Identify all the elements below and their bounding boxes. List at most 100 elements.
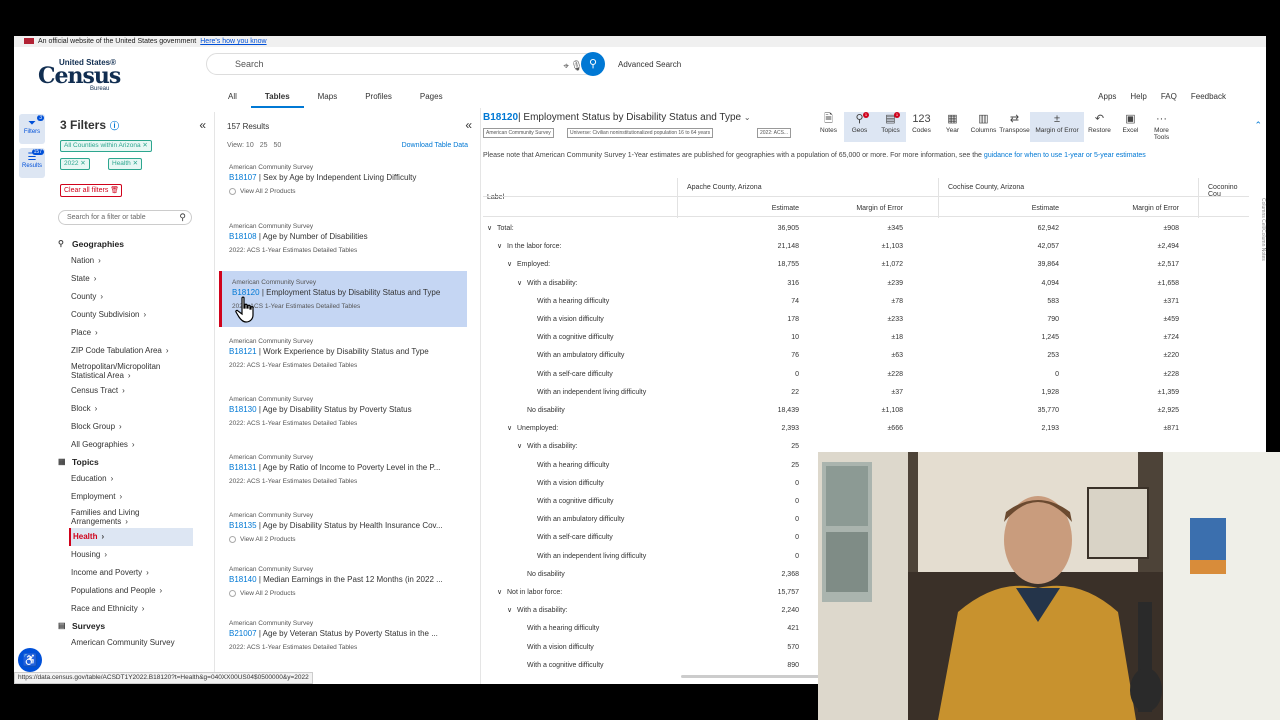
geo-item[interactable]: Metropolitan/Micropolitan Statistical Ar… bbox=[58, 360, 168, 382]
help-icon[interactable]: ⓘ bbox=[110, 121, 119, 131]
tab-profiles[interactable]: Profiles bbox=[351, 90, 406, 108]
view-50[interactable]: 50 bbox=[274, 142, 282, 149]
result-code[interactable]: B18121 bbox=[229, 347, 257, 356]
tool-geos-button[interactable]: ⚲ Geos 1 bbox=[844, 112, 875, 142]
census-logo[interactable]: United States® Census Bureau bbox=[38, 58, 121, 94]
chevron-down-icon[interactable]: ∨ bbox=[507, 602, 517, 620]
gov-banner-link[interactable]: Here's how you know bbox=[200, 38, 266, 45]
geo-item[interactable]: County › bbox=[58, 288, 210, 306]
result-item[interactable]: American Community Survey B18107 | Sex by… bbox=[219, 156, 467, 212]
search-input[interactable]: Search ⌖ 🎙 ⚲ bbox=[206, 52, 605, 77]
result-item[interactable]: American Community Survey B18131 | Age by… bbox=[219, 446, 467, 502]
chevron-down-icon[interactable]: ∨ bbox=[507, 420, 517, 438]
tool-more-tools-button[interactable]: ··· More Tools bbox=[1146, 112, 1177, 142]
result-title[interactable]: B18108 | Age by Number of Disabilities bbox=[229, 232, 457, 241]
chevron-down-icon[interactable]: ∨ bbox=[517, 438, 527, 456]
survey-item[interactable]: American Community Survey bbox=[58, 634, 210, 652]
result-code[interactable]: B18131 bbox=[229, 463, 257, 472]
geo-item[interactable]: Place › bbox=[58, 324, 210, 342]
view-10[interactable]: View: 10 bbox=[227, 142, 254, 149]
chevron-down-icon[interactable]: ∨ bbox=[517, 275, 527, 293]
tab-maps[interactable]: Maps bbox=[304, 90, 352, 108]
results-rail-button[interactable]: ☰ Results 157 bbox=[19, 148, 45, 178]
tool-margin-of-error-button[interactable]: ± Margin of Error bbox=[1030, 112, 1084, 142]
topic-item[interactable]: Income and Poverty › bbox=[58, 564, 210, 582]
topic-item[interactable]: Families and Living Arrangements › bbox=[58, 506, 158, 528]
tool-codes-button[interactable]: 123 Codes bbox=[906, 112, 937, 142]
topic-item[interactable]: Employment › bbox=[58, 488, 210, 506]
filters-rail-button[interactable]: ⏷ Filters 3 bbox=[19, 114, 45, 144]
horizontal-scrollbar[interactable] bbox=[681, 675, 821, 678]
topic-item[interactable]: Populations and People › bbox=[58, 582, 210, 600]
geo-item[interactable]: ZIP Code Tabulation Area › bbox=[58, 342, 210, 360]
topic-item[interactable]: Education › bbox=[58, 470, 210, 488]
geo-item[interactable]: Block Group › bbox=[58, 418, 210, 436]
chevron-down-icon[interactable]: ∨ bbox=[487, 220, 497, 238]
result-title[interactable]: B21007 | Age by Veteran Status by Povert… bbox=[229, 629, 457, 638]
result-item[interactable]: American Community Survey B21007 | Age by… bbox=[219, 612, 467, 668]
chevron-down-icon[interactable]: ∨ bbox=[497, 238, 507, 256]
tab-tables[interactable]: Tables bbox=[250, 90, 304, 108]
geo-item[interactable]: Block › bbox=[58, 400, 210, 418]
tool-topics-button[interactable]: ▤ Topics 1 bbox=[875, 112, 906, 142]
result-code[interactable]: B18140 bbox=[229, 575, 257, 584]
result-item[interactable]: American Community Survey B18108 | Age by… bbox=[219, 215, 467, 271]
tab-all[interactable]: All bbox=[214, 90, 251, 108]
advanced-search-link[interactable]: Advanced Search bbox=[618, 60, 681, 69]
view-all-products-link[interactable]: View All 2 Products bbox=[229, 590, 457, 597]
chevron-down-icon[interactable]: ∨ bbox=[497, 584, 507, 602]
result-title[interactable]: B18135 | Age by Disability Status by Hea… bbox=[229, 521, 457, 530]
tool-transpose-button[interactable]: ⇄ Transpose bbox=[999, 112, 1030, 142]
tool-restore-button[interactable]: ↶ Restore bbox=[1084, 112, 1115, 142]
geo-item[interactable]: All Geographies › bbox=[58, 436, 210, 454]
topic-item[interactable]: Housing › bbox=[58, 546, 210, 564]
result-title[interactable]: B18107 | Sex by Age by Independent Livin… bbox=[229, 173, 457, 182]
chevron-down-icon[interactable]: ⌄ bbox=[744, 113, 751, 122]
help-link[interactable]: Help bbox=[1130, 92, 1146, 101]
guidance-link[interactable]: guidance for when to use 1-year or 5-yea… bbox=[984, 152, 1146, 159]
tool-year-button[interactable]: ▦ Year bbox=[937, 112, 968, 142]
result-code[interactable]: B21007 bbox=[229, 629, 257, 638]
result-title[interactable]: B18130 | Age by Disability Status by Pov… bbox=[229, 405, 457, 414]
topic-item-selected[interactable]: Health › bbox=[69, 528, 193, 546]
clear-filters-button[interactable]: Clear all filters 🗑 bbox=[60, 184, 122, 197]
side-tabs[interactable]: Columns Cell/Column Notes bbox=[1256, 198, 1266, 261]
result-title[interactable]: B18140 | Median Earnings in the Past 12 … bbox=[229, 575, 457, 584]
tool-columns-button[interactable]: ▥ Columns bbox=[968, 112, 999, 142]
faq-link[interactable]: FAQ bbox=[1161, 92, 1177, 101]
filter-chip-topic[interactable]: Health ✕ bbox=[108, 158, 143, 170]
geo-item[interactable]: Census Tract › bbox=[58, 382, 210, 400]
filter-search-input[interactable]: Search for a filter or table ⚲ bbox=[58, 210, 192, 225]
search-icon[interactable]: ⚲ bbox=[179, 211, 186, 224]
view-all-products-link[interactable]: View All 2 Products bbox=[229, 536, 457, 543]
download-table-data-link[interactable]: Download Table Data bbox=[402, 142, 468, 149]
result-item[interactable]: American Community Survey B18130 | Age by… bbox=[219, 388, 467, 444]
location-pin-icon[interactable]: ⌖ bbox=[563, 57, 569, 77]
collapse-filters-icon[interactable]: « bbox=[199, 118, 206, 132]
apps-link[interactable]: Apps bbox=[1098, 92, 1116, 101]
filter-chip-year[interactable]: 2022 ✕ bbox=[60, 158, 90, 170]
collapse-results-icon[interactable]: « bbox=[465, 118, 472, 132]
result-code[interactable]: B18107 bbox=[229, 173, 257, 182]
geo-item[interactable]: State › bbox=[58, 270, 210, 288]
view-all-products-link[interactable]: View All 2 Products bbox=[229, 188, 457, 195]
topic-item[interactable]: Race and Ethnicity › bbox=[58, 600, 210, 618]
geo-item[interactable]: County Subdivision › bbox=[58, 306, 210, 324]
feedback-link[interactable]: Feedback bbox=[1191, 92, 1226, 101]
result-code[interactable]: B18135 bbox=[229, 521, 257, 530]
result-item[interactable]: American Community Survey B18121 | Work E… bbox=[219, 330, 467, 386]
tool-notes-button[interactable]: 🗎 Notes bbox=[813, 112, 844, 142]
result-title[interactable]: B18131 | Age by Ratio of Income to Pover… bbox=[229, 463, 457, 472]
chevron-down-icon[interactable]: ∨ bbox=[507, 256, 517, 274]
result-item[interactable]: American Community Survey B18140 | Median… bbox=[219, 558, 467, 614]
search-button[interactable]: ⚲ bbox=[581, 52, 605, 76]
tool-excel-button[interactable]: ▣ Excel bbox=[1115, 112, 1146, 142]
result-item[interactable]: American Community Survey B18135 | Age by… bbox=[219, 504, 467, 560]
filter-chip-geo[interactable]: All Counties within Arizona ✕ bbox=[60, 140, 152, 152]
result-title[interactable]: B18120 | Employment Status by Disability… bbox=[232, 288, 457, 297]
result-code[interactable]: B18108 bbox=[229, 232, 257, 241]
accessibility-button[interactable]: ♿ bbox=[18, 648, 42, 672]
view-25[interactable]: 25 bbox=[260, 142, 268, 149]
result-code[interactable]: B18130 bbox=[229, 405, 257, 414]
result-title[interactable]: B18121 | Work Experience by Disability S… bbox=[229, 347, 457, 356]
